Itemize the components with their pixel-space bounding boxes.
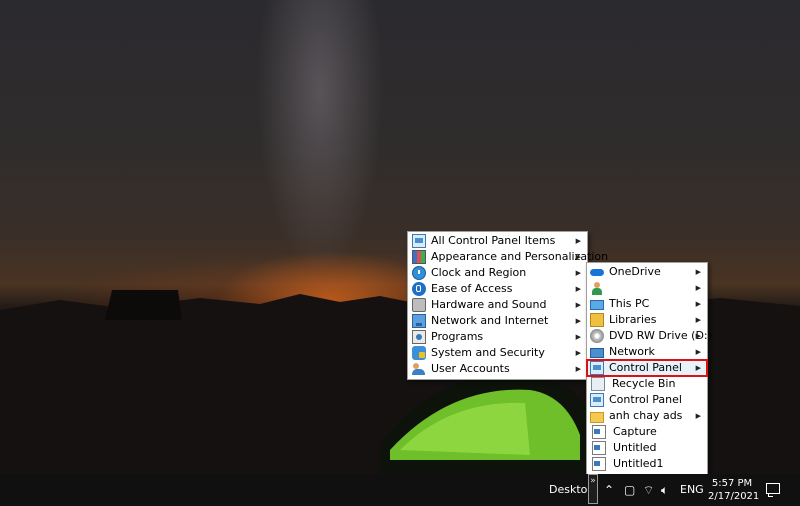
menu-item-label: System and Security bbox=[431, 346, 545, 359]
menu-item-hardware-and-sound[interactable]: Hardware and Sound ▶ bbox=[408, 297, 587, 313]
taskbar: Desktop » ⌃ ▢ ⌔ 🔈︎ ENG 5:57 PM 2/17/2021 bbox=[0, 474, 800, 506]
menu-item-appearance-and-personalization[interactable]: Appearance and Personalization ▶ bbox=[408, 249, 608, 265]
notifications-icon[interactable] bbox=[766, 483, 780, 497]
menu-item-control-panel[interactable]: Control Panel bbox=[587, 392, 707, 408]
menu-item-ease-of-access[interactable]: Ease of Access ▶ bbox=[408, 281, 587, 297]
menu-item-label: Recycle Bin bbox=[612, 377, 676, 390]
menu-item-dvd-rw-drive[interactable]: DVD RW Drive (D:) ▶ bbox=[587, 328, 712, 344]
menu-item-label: All Control Panel Items bbox=[431, 234, 556, 247]
network-icon bbox=[412, 314, 426, 328]
submenu-arrow-icon: ▶ bbox=[575, 317, 581, 325]
desktop-toolbar-expand-button[interactable]: » bbox=[588, 474, 598, 504]
menu-item-untitled1[interactable]: Untitled1 bbox=[587, 456, 707, 472]
submenu-arrow-icon: ▶ bbox=[695, 300, 701, 308]
submenu-arrow-icon: ▶ bbox=[575, 301, 581, 309]
control-panel-icon bbox=[590, 361, 604, 375]
menu-item-label: anh chay ads bbox=[609, 409, 683, 422]
clock-icon bbox=[412, 266, 426, 280]
submenu-arrow-icon: ▶ bbox=[695, 316, 701, 324]
menu-item-programs[interactable]: Programs ▶ bbox=[408, 329, 587, 345]
this-pc-icon bbox=[590, 300, 604, 310]
desktop-toolbar-menu: OneDrive ▶ ▶ This PC ▶ Libraries ▶ DVD R… bbox=[586, 262, 712, 477]
menu-item-label: Untitled1 bbox=[613, 457, 664, 470]
menu-item-recycle-bin[interactable]: Recycle Bin bbox=[587, 376, 707, 392]
menu-item-label: User Accounts bbox=[431, 362, 510, 375]
recycle-bin-icon bbox=[591, 377, 605, 391]
submenu-arrow-icon: ▶ bbox=[695, 332, 701, 340]
security-icon bbox=[412, 346, 426, 360]
folder-icon bbox=[590, 411, 604, 423]
show-hidden-icons-chevron-icon[interactable]: ⌃ bbox=[604, 482, 614, 498]
control-panel-icon bbox=[590, 393, 604, 407]
network-icon bbox=[590, 348, 604, 358]
submenu-arrow-icon: ▶ bbox=[575, 253, 581, 261]
file-icon bbox=[592, 457, 606, 471]
user-accounts-icon bbox=[412, 362, 426, 376]
menu-item-label: Capture bbox=[613, 425, 657, 438]
onedrive-icon bbox=[590, 265, 604, 279]
menu-item-system-and-security[interactable]: System and Security ▶ bbox=[408, 345, 587, 361]
menu-item-anh-chay-ads[interactable]: anh chay ads ▶ bbox=[587, 408, 707, 424]
submenu-arrow-icon: ▶ bbox=[695, 348, 701, 356]
menu-item-label: Hardware and Sound bbox=[431, 298, 547, 311]
clock[interactable]: 5:57 PM 2/17/2021 bbox=[708, 477, 760, 503]
menu-item-label: This PC bbox=[609, 297, 650, 310]
menu-item-control-panel-selected[interactable]: Control Panel ▶ bbox=[586, 359, 708, 377]
control-panel-icon bbox=[412, 234, 426, 248]
meet-now-icon[interactable]: ▢ bbox=[624, 482, 635, 498]
submenu-arrow-icon: ▶ bbox=[695, 412, 701, 420]
clock-date: 2/17/2021 bbox=[708, 491, 760, 502]
menu-item-user-folder[interactable]: ▶ bbox=[587, 280, 707, 296]
file-icon bbox=[592, 441, 606, 455]
menu-item-label: Control Panel bbox=[609, 361, 682, 374]
programs-icon bbox=[412, 330, 426, 344]
submenu-arrow-icon: ▶ bbox=[575, 333, 581, 341]
clock-time: 5:57 PM bbox=[711, 478, 753, 489]
menu-item-network-and-internet[interactable]: Network and Internet ▶ bbox=[408, 313, 587, 329]
menu-item-libraries[interactable]: Libraries ▶ bbox=[587, 312, 707, 328]
dvd-drive-icon bbox=[590, 329, 604, 343]
menu-item-label: Programs bbox=[431, 330, 484, 343]
file-icon bbox=[592, 425, 606, 439]
control-panel-categories-menu: All Control Panel Items ▶ Appearance and… bbox=[407, 231, 608, 380]
volume-icon[interactable]: 🔈︎ bbox=[661, 482, 668, 498]
menu-item-network[interactable]: Network ▶ bbox=[587, 344, 707, 360]
submenu-arrow-icon: ▶ bbox=[695, 364, 701, 372]
submenu-arrow-icon: ▶ bbox=[575, 349, 581, 357]
menu-item-label: OneDrive bbox=[609, 265, 661, 278]
menu-item-onedrive[interactable]: OneDrive ▶ bbox=[587, 264, 707, 280]
menu-item-this-pc[interactable]: This PC ▶ bbox=[587, 296, 707, 312]
menu-item-user-accounts[interactable]: User Accounts ▶ bbox=[408, 361, 587, 377]
appearance-icon bbox=[412, 250, 426, 264]
submenu-arrow-icon: ▶ bbox=[575, 269, 581, 277]
menu-item-capture[interactable]: Capture bbox=[587, 424, 707, 440]
menu-item-label: Clock and Region bbox=[431, 266, 527, 279]
menu-item-label: Ease of Access bbox=[431, 282, 513, 295]
menu-item-label: Appearance and Personalization bbox=[431, 250, 609, 263]
menu-item-label: Libraries bbox=[609, 313, 657, 326]
submenu-arrow-icon: ▶ bbox=[575, 285, 581, 293]
menu-item-all-control-panel-items[interactable]: All Control Panel Items ▶ bbox=[408, 233, 587, 249]
menu-item-label: Network bbox=[609, 345, 655, 358]
menu-item-clock-and-region[interactable]: Clock and Region ▶ bbox=[408, 265, 587, 281]
menu-item-untitled[interactable]: Untitled bbox=[587, 440, 707, 456]
submenu-arrow-icon: ▶ bbox=[575, 365, 581, 373]
language-indicator[interactable]: ENG bbox=[680, 483, 704, 496]
user-folder-icon bbox=[590, 281, 604, 295]
menu-item-label: Control Panel bbox=[609, 393, 682, 406]
hardware-icon bbox=[412, 298, 426, 312]
submenu-arrow-icon: ▶ bbox=[695, 268, 701, 276]
menu-item-label: Untitled bbox=[613, 441, 657, 454]
menu-item-label: Network and Internet bbox=[431, 314, 549, 327]
ease-of-access-icon bbox=[412, 282, 426, 296]
wifi-icon[interactable]: ⌔ bbox=[643, 482, 654, 498]
submenu-arrow-icon: ▶ bbox=[575, 237, 581, 245]
libraries-icon bbox=[590, 313, 604, 327]
submenu-arrow-icon: ▶ bbox=[695, 284, 701, 292]
